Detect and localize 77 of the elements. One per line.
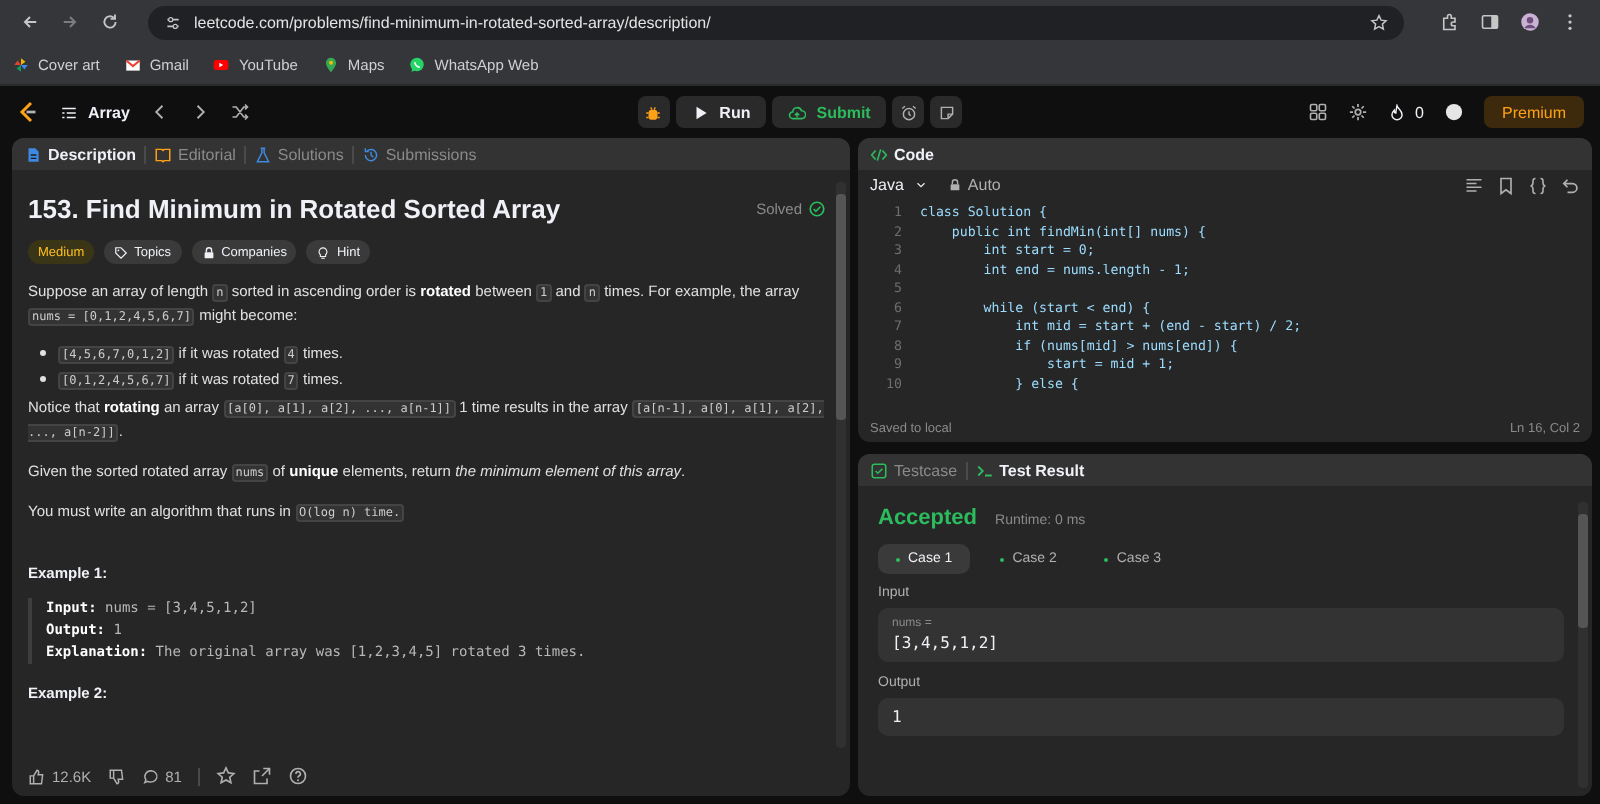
panel-tab[interactable]: Testcase xyxy=(870,461,958,479)
back-arrow-icon[interactable] xyxy=(20,12,40,32)
scrollbar[interactable] xyxy=(1578,502,1588,788)
site-settings-icon[interactable] xyxy=(164,13,182,31)
panel-tab[interactable]: Editorial xyxy=(154,145,236,163)
profile-avatar-icon[interactable] xyxy=(1520,12,1540,32)
bookmark-star-icon[interactable] xyxy=(1370,13,1388,31)
dislike-button[interactable] xyxy=(107,767,126,785)
panel-tab[interactable]: Submissions xyxy=(361,145,477,163)
undo-icon[interactable] xyxy=(1560,175,1580,195)
address-bar[interactable]: leetcode.com/problems/find-minimum-in-rotated-sorted-array/description/ xyxy=(148,5,1404,39)
scrollbar[interactable] xyxy=(836,182,846,748)
tag-icon xyxy=(114,245,129,259)
logo-icon[interactable] xyxy=(16,100,40,124)
output-value: 1 xyxy=(892,708,904,726)
format-icon[interactable] xyxy=(1464,175,1484,195)
problem-title: 153. Find Minimum in Rotated Sorted Array xyxy=(28,194,563,224)
forward-arrow-icon[interactable] xyxy=(60,12,80,32)
auto-mode-label: Auto xyxy=(947,176,1001,194)
avatar-icon[interactable] xyxy=(1444,102,1464,122)
note-icon xyxy=(937,103,956,121)
tab-icon xyxy=(975,461,994,479)
flame-icon xyxy=(1387,103,1406,121)
bulb-icon xyxy=(316,245,331,259)
debug-button[interactable] xyxy=(637,96,670,128)
settings-icon[interactable] xyxy=(1347,102,1368,122)
parameter-value: [3,4,5,1,2] xyxy=(892,634,1000,652)
caret-icon xyxy=(913,178,928,192)
panel-tab[interactable]: Test Result xyxy=(975,461,1085,479)
premium-button[interactable]: Premium xyxy=(1484,96,1585,128)
panel-tab[interactable]: Solutions xyxy=(253,145,344,163)
reload-icon[interactable] xyxy=(100,12,120,32)
tab-icon xyxy=(870,461,888,479)
shuffle-icon[interactable] xyxy=(229,102,250,122)
share-icon[interactable] xyxy=(251,766,272,786)
lock-icon xyxy=(201,245,216,259)
chat-icon xyxy=(408,55,427,73)
check-circle-icon xyxy=(808,200,826,218)
alarm-clock-icon xyxy=(899,103,918,121)
run-button[interactable]: Run xyxy=(675,96,767,128)
scroll-thumb[interactable] xyxy=(1578,514,1588,629)
problem-list-button[interactable]: Array xyxy=(60,103,130,121)
lock-icon xyxy=(947,178,962,192)
scroll-thumb[interactable] xyxy=(836,194,846,421)
bullet-dot xyxy=(40,376,46,382)
thumbs-down-icon xyxy=(107,767,126,785)
extensions-icon[interactable] xyxy=(1440,12,1460,32)
braces-icon[interactable] xyxy=(1528,175,1548,195)
pin-icon xyxy=(321,55,340,73)
bug-icon xyxy=(644,103,663,121)
mail-icon xyxy=(123,55,142,73)
tab-icon xyxy=(253,145,272,163)
pinwheel-icon xyxy=(12,55,30,73)
notes-button[interactable] xyxy=(930,96,963,128)
tab-icon xyxy=(24,145,42,163)
streak-button[interactable]: 0 xyxy=(1387,103,1424,121)
submit-button[interactable]: Submit xyxy=(772,96,887,128)
bookmark-icon[interactable] xyxy=(1496,175,1516,195)
panel-tab[interactable]: Description xyxy=(24,145,137,163)
help-icon[interactable] xyxy=(287,766,308,786)
panel-title: Code xyxy=(870,145,934,163)
tab-icon xyxy=(361,145,380,163)
timer-button[interactable] xyxy=(892,96,925,128)
speech-bubble-icon xyxy=(141,767,160,785)
layout-icon[interactable] xyxy=(1307,102,1328,122)
list-icon xyxy=(60,103,78,121)
code-icon xyxy=(870,145,888,163)
play-icon xyxy=(212,55,231,73)
upload-icon xyxy=(788,103,807,121)
favorite-star-icon[interactable] xyxy=(215,766,236,786)
bullet-dot xyxy=(40,350,46,356)
play-icon xyxy=(691,103,710,121)
language-dropdown[interactable]: Java xyxy=(870,176,928,194)
verdict-text: Accepted xyxy=(878,506,978,530)
tab-icon xyxy=(154,145,173,163)
thumbs-up-icon xyxy=(28,767,46,785)
side-panel-icon[interactable] xyxy=(1480,12,1500,32)
